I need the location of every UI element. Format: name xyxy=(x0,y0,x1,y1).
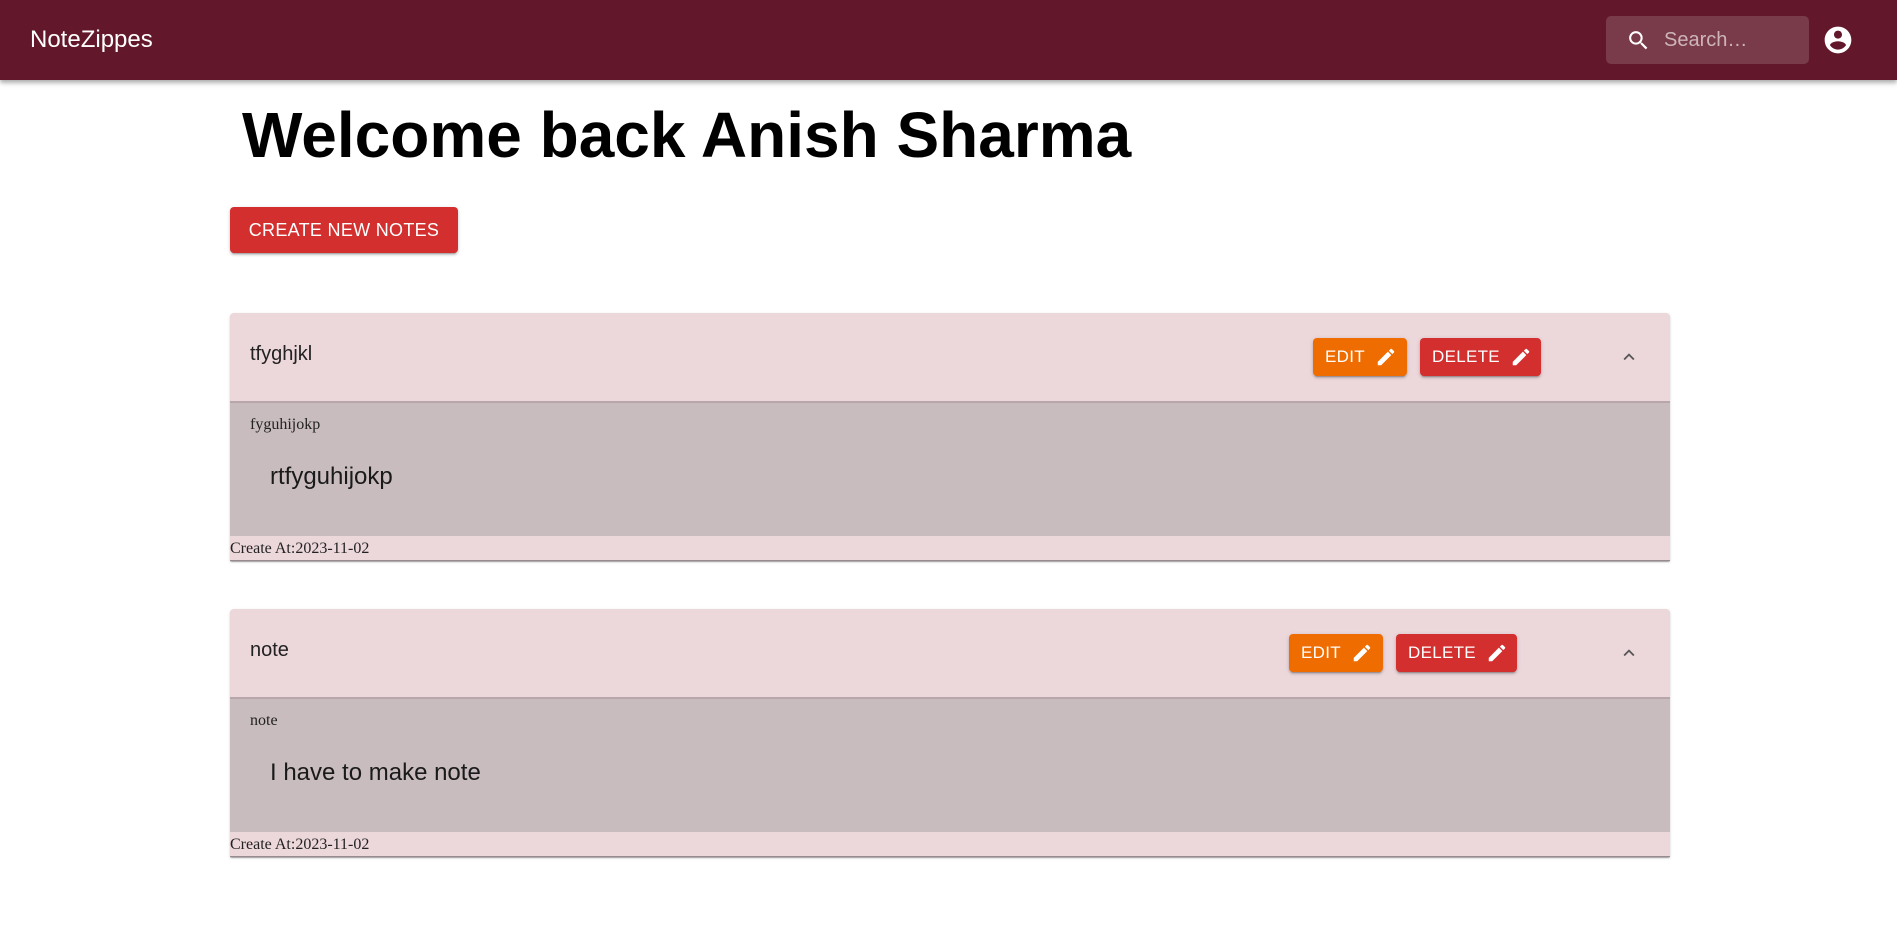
chevron-up-icon[interactable] xyxy=(1618,346,1640,368)
create-note-button[interactable]: CREATE NEW NOTES xyxy=(230,207,458,253)
note-card: tfyghjkl EDIT DELETE fyguhijokp rtfyguhi… xyxy=(230,313,1670,561)
note-card: note EDIT DELETE note I have to make not… xyxy=(230,609,1670,857)
delete-label: DELETE xyxy=(1408,643,1476,662)
note-title: note xyxy=(250,639,289,661)
pencil-icon xyxy=(1488,644,1506,662)
note-title: tfyghjkl xyxy=(250,343,313,365)
page-title: Welcome back Anish Sharma xyxy=(242,99,1132,171)
chevron-up-icon[interactable] xyxy=(1618,642,1640,664)
delete-label: DELETE xyxy=(1432,347,1500,366)
edit-note-button[interactable]: EDIT xyxy=(1313,338,1407,376)
divider xyxy=(230,856,1670,857)
pencil-icon xyxy=(1512,348,1530,366)
edit-note-button[interactable]: EDIT xyxy=(1289,634,1383,672)
note-card-header[interactable]: tfyghjkl EDIT DELETE xyxy=(230,313,1670,401)
note-content: rtfyguhijokp xyxy=(270,463,393,490)
pencil-icon xyxy=(1353,644,1371,662)
brand-logo[interactable]: NoteZippes xyxy=(30,25,153,55)
note-created-date: Create At:2023-11-02 xyxy=(230,540,370,557)
app-bar: NoteZippes xyxy=(0,0,1897,80)
note-category: fyguhijokp xyxy=(250,416,321,433)
account-circle-icon[interactable] xyxy=(1822,24,1854,56)
note-card-header[interactable]: note EDIT DELETE xyxy=(230,609,1670,697)
delete-note-button[interactable]: DELETE xyxy=(1420,338,1541,376)
note-category: note xyxy=(250,712,278,729)
search-icon xyxy=(1629,31,1648,50)
note-card-body: note I have to make note xyxy=(230,699,1670,832)
search-box[interactable] xyxy=(1606,16,1809,64)
edit-label: EDIT xyxy=(1301,643,1341,662)
note-content: I have to make note xyxy=(270,759,481,786)
note-card-body: fyguhijokp rtfyguhijokp xyxy=(230,403,1670,536)
delete-note-button[interactable]: DELETE xyxy=(1396,634,1517,672)
edit-label: EDIT xyxy=(1325,347,1365,366)
divider xyxy=(230,560,1670,561)
note-created-date: Create At:2023-11-02 xyxy=(230,836,370,853)
search-input[interactable] xyxy=(1664,24,1799,56)
pencil-icon xyxy=(1377,348,1395,366)
